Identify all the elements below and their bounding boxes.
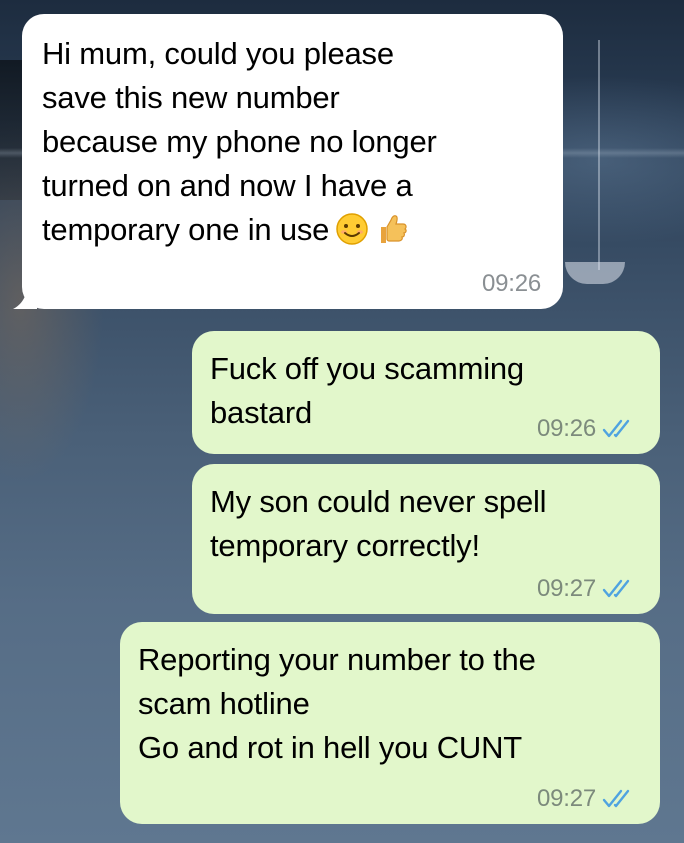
message-bubble-outgoing[interactable]: Fuck off you scamming bastard 09:26 xyxy=(192,331,660,454)
thumbs-up-emoji xyxy=(375,212,409,246)
message-text: Fuck off you scamming bastard xyxy=(210,351,524,430)
wallpaper-mast xyxy=(598,40,600,270)
message-meta: 09:26 xyxy=(537,414,638,444)
wallpaper-boat xyxy=(565,262,625,284)
double-check-icon xyxy=(602,789,630,808)
message-text: My son could never spell temporary corre… xyxy=(210,484,547,563)
message-text: Reporting your number to the scam hotlin… xyxy=(138,642,536,765)
message-bubble-outgoing[interactable]: Reporting your number to the scam hotlin… xyxy=(120,622,660,824)
message-bubble-outgoing[interactable]: My son could never spell temporary corre… xyxy=(192,464,660,614)
message-bubble-incoming[interactable]: Hi mum, could you please save this new n… xyxy=(13,14,563,309)
message-time: 09:26 xyxy=(481,270,541,297)
double-check-icon xyxy=(602,419,630,438)
message-time: 09:27 xyxy=(536,785,596,812)
message-time: 09:27 xyxy=(536,575,596,602)
message-meta: 09:27 xyxy=(537,784,638,814)
smiling-face-emoji xyxy=(335,212,369,246)
bubble-tail xyxy=(13,285,37,309)
double-check-icon xyxy=(602,579,630,598)
message-meta: 09:26 xyxy=(482,269,541,299)
message-meta: 09:27 xyxy=(537,574,638,604)
message-time: 09:26 xyxy=(536,415,596,442)
